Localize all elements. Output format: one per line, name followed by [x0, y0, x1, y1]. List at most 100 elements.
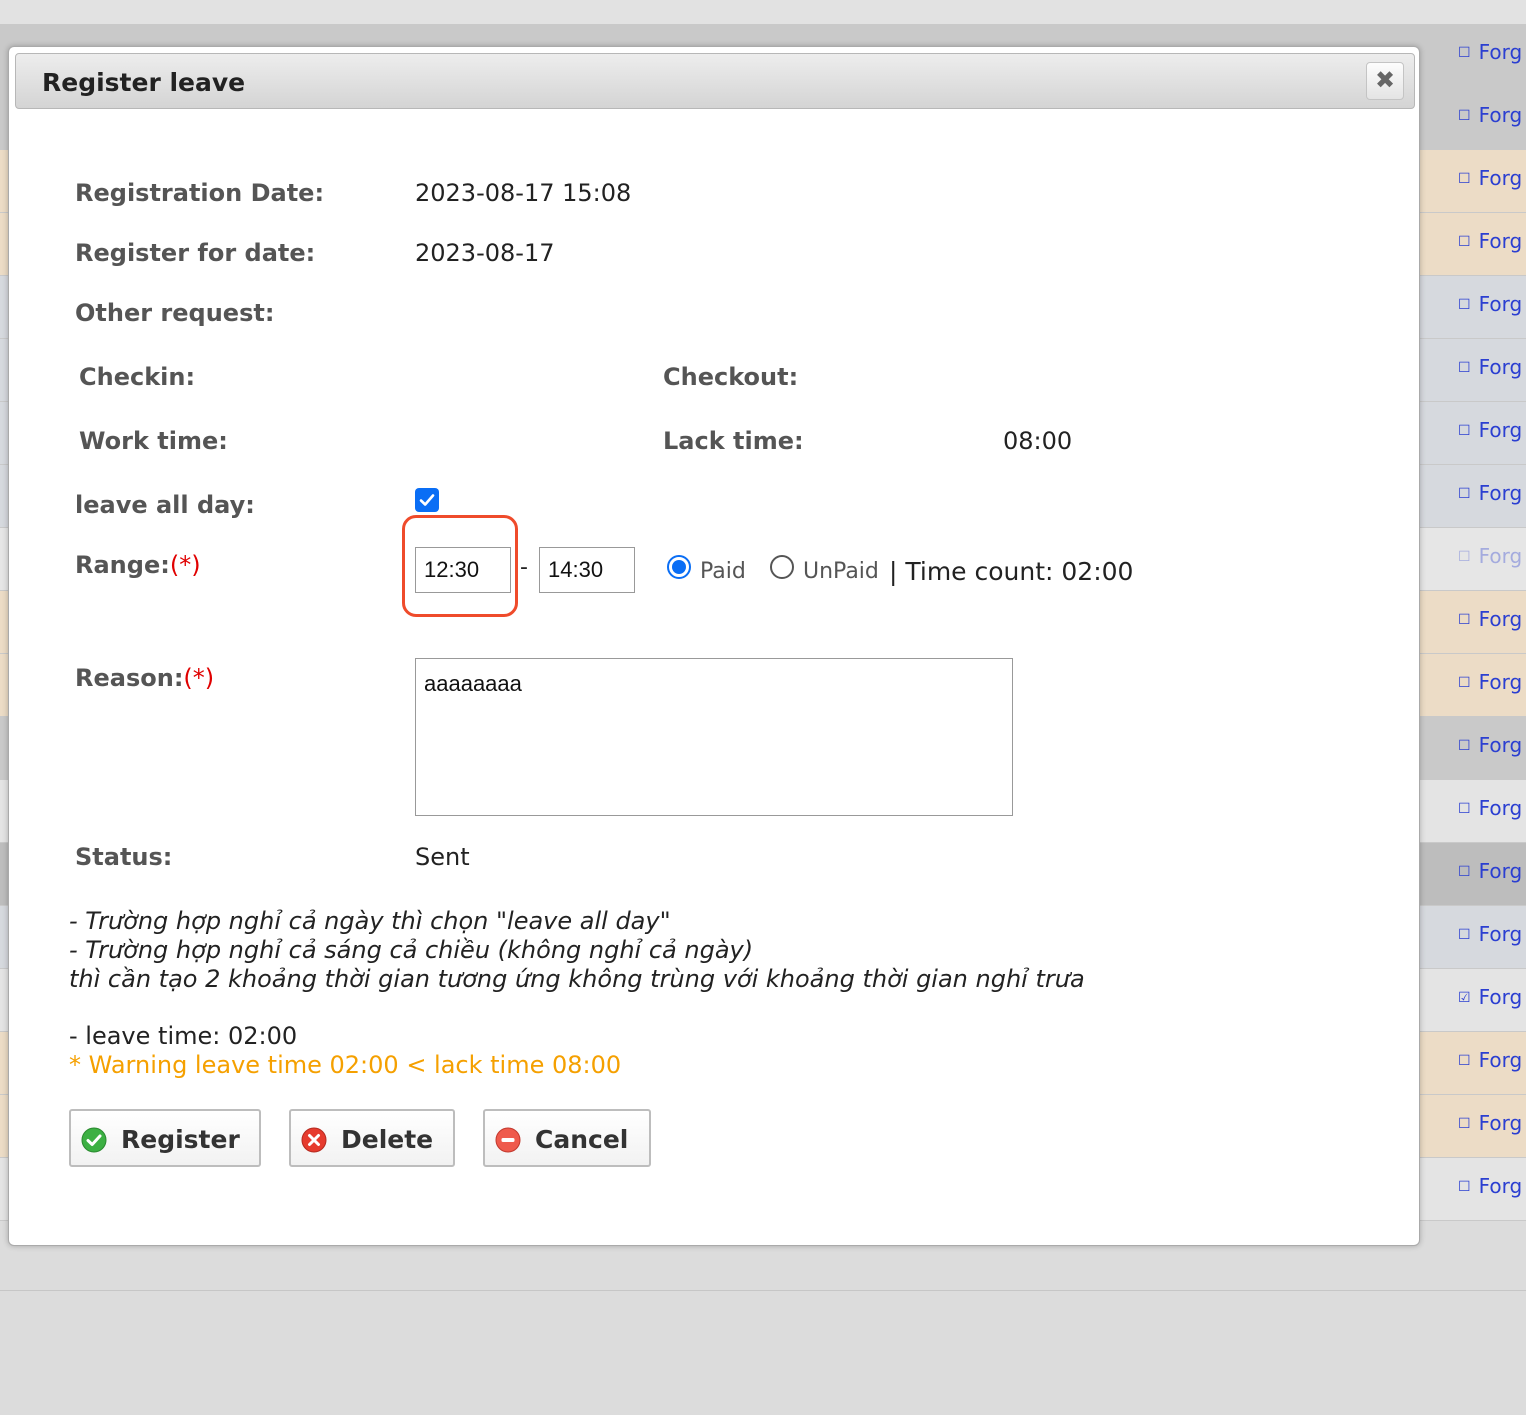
leave-all-day-checkbox[interactable] [415, 488, 439, 512]
forget-link-label: Forg [1478, 985, 1523, 1009]
required-mark: (*) [169, 551, 201, 579]
leave-time-text: - leave time: 02:00 [69, 1022, 298, 1050]
forget-link-label: Forg [1478, 670, 1523, 694]
row-checkbox-icon[interactable]: ☐ [1458, 45, 1471, 61]
forget-link[interactable]: ☐ Forg [1458, 544, 1522, 568]
leave-all-day-label: leave all day: [75, 491, 255, 519]
paid-label[interactable]: Paid [700, 559, 746, 584]
unpaid-radio[interactable] [770, 555, 794, 579]
row-checkbox-icon[interactable]: ☐ [1458, 234, 1471, 250]
forget-link[interactable]: ☑ Forg [1458, 985, 1522, 1009]
other-request-label: Other request: [75, 299, 275, 327]
highlight-annotation [402, 515, 518, 617]
dialog-titlebar[interactable]: Register leave ✖ [15, 53, 1415, 109]
checkmark-icon [419, 494, 435, 506]
register-for-date-value: 2023-08-17 [415, 239, 555, 267]
close-button[interactable]: ✖ [1366, 62, 1404, 100]
forget-link[interactable]: ☐ Forg [1458, 922, 1522, 946]
row-checkbox-icon[interactable]: ☐ [1458, 864, 1471, 880]
forget-link[interactable]: ☐ Forg [1458, 1111, 1522, 1135]
unpaid-label[interactable]: UnPaid [803, 559, 879, 584]
forget-link-label: Forg [1478, 922, 1523, 946]
forget-link-label: Forg [1478, 1048, 1523, 1072]
registration-date-label: Registration Date: [75, 179, 325, 207]
forget-link-label: Forg [1478, 733, 1523, 757]
row-checkbox-icon[interactable]: ☐ [1458, 1053, 1471, 1069]
forget-link-label: Forg [1478, 796, 1523, 820]
row-checkbox-icon[interactable]: ☐ [1458, 549, 1471, 565]
background-top-row [0, 0, 1526, 24]
forget-link[interactable]: ☐ Forg [1458, 1174, 1522, 1198]
forget-link[interactable]: ☐ Forg [1458, 796, 1522, 820]
forget-link-label: Forg [1478, 859, 1523, 883]
close-icon: ✖ [1374, 66, 1396, 94]
forget-link[interactable]: ☐ Forg [1458, 670, 1522, 694]
forget-link-label: Forg [1478, 103, 1523, 127]
forget-link[interactable]: ☐ Forg [1458, 481, 1522, 505]
row-checkbox-icon[interactable]: ☐ [1458, 738, 1471, 754]
paid-radio[interactable] [667, 555, 691, 579]
register-button-label: Register [121, 1125, 240, 1154]
register-for-date-label: Register for date: [75, 239, 316, 267]
forget-link-label: Forg [1478, 229, 1523, 253]
reason-label: Reason:(*) [75, 664, 215, 692]
row-checkbox-icon[interactable]: ☐ [1458, 675, 1471, 691]
forget-link-label: Forg [1478, 40, 1523, 64]
row-checkbox-icon[interactable]: ☐ [1458, 801, 1471, 817]
forget-link[interactable]: ☐ Forg [1458, 1048, 1522, 1072]
warning-text: * Warning leave time 02:00 < lack time 0… [69, 1051, 622, 1079]
forget-link-label: Forg [1478, 418, 1523, 442]
row-checkbox-icon[interactable]: ☑ [1458, 990, 1471, 1006]
range-label: Range:(*) [75, 551, 201, 579]
note-line-3: thì cần tạo 2 khoảng thời gian tương ứng… [69, 965, 1085, 993]
row-checkbox-icon[interactable]: ☐ [1458, 927, 1471, 943]
register-leave-dialog: Register leave ✖ Registration Date: 2023… [8, 46, 1420, 1246]
row-checkbox-icon[interactable]: ☐ [1458, 486, 1471, 502]
required-mark: (*) [183, 664, 215, 692]
delete-button-label: Delete [341, 1125, 434, 1154]
checkin-label: Checkin: [79, 363, 196, 391]
forget-link-label: Forg [1478, 481, 1523, 505]
row-checkbox-icon[interactable]: ☐ [1458, 1179, 1471, 1195]
lack-time-value: 08:00 [1003, 427, 1073, 455]
forget-link[interactable]: ☐ Forg [1458, 292, 1522, 316]
row-checkbox-icon[interactable]: ☐ [1458, 1116, 1471, 1132]
delete-button[interactable]: Delete [289, 1109, 455, 1167]
cancel-button-label: Cancel [535, 1125, 629, 1154]
forget-link[interactable]: ☐ Forg [1458, 859, 1522, 883]
dialog-title: Register leave [42, 68, 246, 97]
forget-link[interactable]: ☐ Forg [1458, 607, 1522, 631]
range-to-input[interactable]: 14:30 [539, 547, 635, 593]
forget-link-label: Forg [1478, 292, 1523, 316]
check-circle-icon [81, 1127, 107, 1153]
note-line-2: - Trường hợp nghỉ cả sáng cả chiều (khôn… [69, 936, 754, 964]
status-value: Sent [415, 843, 470, 871]
row-checkbox-icon[interactable]: ☐ [1458, 108, 1471, 124]
time-count: | Time count: 02:00 [889, 557, 1134, 586]
register-button[interactable]: Register [69, 1109, 261, 1167]
row-checkbox-icon[interactable]: ☐ [1458, 297, 1471, 313]
forget-link[interactable]: ☐ Forg [1458, 166, 1522, 190]
forget-link[interactable]: ☐ Forg [1458, 418, 1522, 442]
forget-link-label: Forg [1478, 1111, 1523, 1135]
forget-link[interactable]: ☐ Forg [1458, 229, 1522, 253]
forget-link-label: Forg [1478, 1174, 1523, 1198]
background-footer [0, 1290, 1526, 1415]
cancel-button[interactable]: Cancel [483, 1109, 651, 1167]
forget-link[interactable]: ☐ Forg [1458, 733, 1522, 757]
delete-x-icon [301, 1127, 327, 1153]
row-checkbox-icon[interactable]: ☐ [1458, 360, 1471, 376]
minus-circle-icon [495, 1127, 521, 1153]
reason-textarea[interactable]: aaaaaaaa [415, 658, 1013, 816]
forget-link[interactable]: ☐ Forg [1458, 40, 1522, 64]
forget-link[interactable]: ☐ Forg [1458, 103, 1522, 127]
forget-link-label: Forg [1478, 355, 1523, 379]
work-time-label: Work time: [79, 427, 228, 455]
checkout-label: Checkout: [663, 363, 799, 391]
row-checkbox-icon[interactable]: ☐ [1458, 423, 1471, 439]
lack-time-label: Lack time: [663, 427, 804, 455]
forget-link[interactable]: ☐ Forg [1458, 355, 1522, 379]
forget-link-label: Forg [1478, 166, 1523, 190]
row-checkbox-icon[interactable]: ☐ [1458, 171, 1471, 187]
row-checkbox-icon[interactable]: ☐ [1458, 612, 1471, 628]
